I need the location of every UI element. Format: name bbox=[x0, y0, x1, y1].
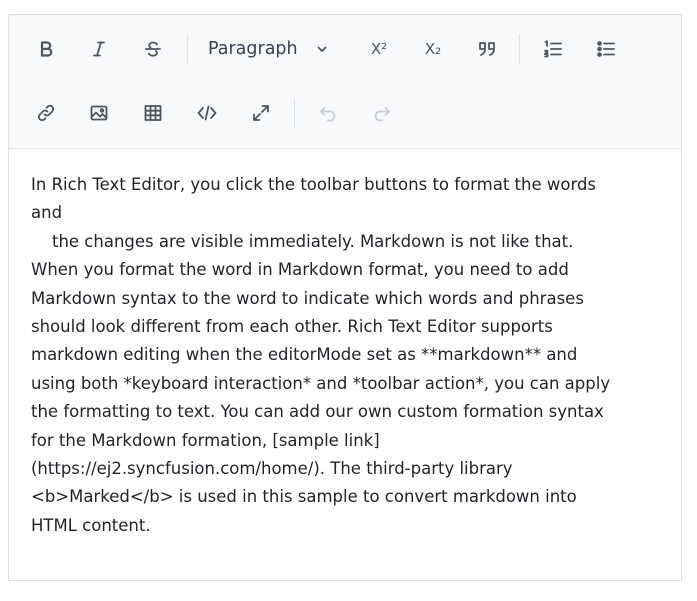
subscript-icon: X₂ bbox=[424, 40, 442, 58]
unordered-list-icon bbox=[597, 41, 615, 57]
italic-icon bbox=[93, 41, 105, 57]
format-dropdown[interactable]: Paragraph bbox=[198, 32, 336, 66]
ordered-list-icon bbox=[544, 40, 562, 58]
toolbar-separator bbox=[519, 34, 520, 64]
code-icon bbox=[197, 105, 217, 121]
editor-toolbar: Paragraph X² X₂ bbox=[9, 15, 681, 149]
inline-code-button[interactable] bbox=[190, 96, 224, 130]
subscript-button[interactable]: X₂ bbox=[416, 32, 450, 66]
superscript-icon: X² bbox=[370, 40, 388, 58]
fullscreen-icon bbox=[253, 105, 269, 121]
bold-icon bbox=[40, 41, 53, 57]
chevron-down-icon bbox=[317, 46, 327, 53]
strikethrough-icon bbox=[145, 41, 161, 57]
image-icon bbox=[90, 105, 108, 121]
bold-button[interactable] bbox=[29, 32, 63, 66]
insert-link-button[interactable] bbox=[29, 96, 63, 130]
redo-button[interactable] bbox=[365, 96, 399, 130]
strikethrough-button[interactable] bbox=[136, 32, 170, 66]
insert-table-button[interactable] bbox=[136, 96, 170, 130]
editor-content-area[interactable]: In Rich Text Editor, you click the toolb… bbox=[31, 171, 663, 540]
toolbar-separator bbox=[187, 34, 188, 64]
redo-icon bbox=[374, 107, 390, 122]
toolbar-separator bbox=[294, 98, 295, 128]
table-icon bbox=[144, 105, 162, 121]
unordered-list-button[interactable] bbox=[589, 32, 623, 66]
markdown-editor: Paragraph X² X₂ In Rich Text Editor, you… bbox=[8, 14, 682, 581]
fullscreen-button[interactable] bbox=[244, 96, 278, 130]
undo-icon bbox=[320, 107, 336, 122]
italic-button[interactable] bbox=[82, 32, 116, 66]
format-dropdown-value: Paragraph bbox=[208, 39, 298, 59]
blockquote-button[interactable] bbox=[470, 32, 504, 66]
superscript-button[interactable]: X² bbox=[362, 32, 396, 66]
undo-button[interactable] bbox=[311, 96, 345, 130]
blockquote-icon bbox=[479, 42, 495, 56]
ordered-list-button[interactable] bbox=[536, 32, 570, 66]
link-icon bbox=[37, 104, 55, 122]
insert-image-button[interactable] bbox=[82, 96, 116, 130]
